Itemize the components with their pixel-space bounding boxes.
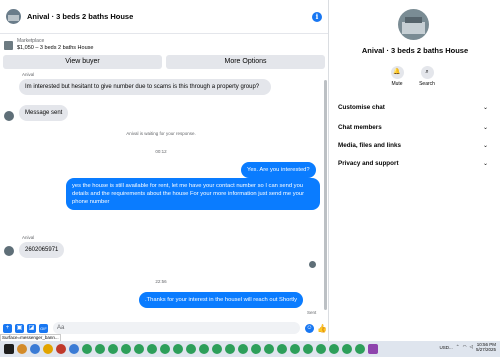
contact-avatar[interactable] [6,9,21,24]
view-buyer-button[interactable]: View buyer [3,55,162,69]
section-label: Media, files and links [338,142,401,149]
tray-label[interactable]: USD... [440,345,453,350]
search-label: Search [417,81,437,87]
like-icon[interactable]: 👍 [317,324,326,333]
info-icon[interactable]: i [312,12,322,22]
gif-icon[interactable]: GIF [39,324,48,333]
chrome-icon[interactable] [277,344,287,354]
chrome-icon[interactable] [173,344,183,354]
emoji-icon[interactable]: ☺ [305,324,314,333]
section-label: Customise chat [338,104,385,111]
conversation-header: Anival · 3 beds 2 baths House i [0,0,328,34]
sender-avatar [4,111,14,121]
chrome-icon[interactable] [264,344,274,354]
chevron-down-icon: ⌄ [483,124,488,131]
message-list: Anival Im interested but hesitant to giv… [0,69,322,318]
system-notice: Anival is waiting for your response. [0,131,322,136]
app-icon[interactable] [56,344,66,354]
chevron-up-icon[interactable]: ⌃ [456,344,460,350]
volume-icon[interactable]: ◁ [470,344,473,350]
sender-name: Anival [22,72,34,77]
chrome-icon[interactable] [225,344,235,354]
folder-icon[interactable] [43,344,53,354]
chrome-icon[interactable] [134,344,144,354]
chrome-icon[interactable] [108,344,118,354]
sender-avatar [4,246,14,256]
chrome-icon[interactable] [121,344,131,354]
chrome-icon[interactable] [186,344,196,354]
wifi-icon[interactable]: ◠ [463,344,467,350]
plus-icon[interactable]: + [3,324,12,333]
message-status: Sent [307,310,316,315]
chrome-icon[interactable] [316,344,326,354]
profile-name: Anival · 3 beds 2 baths House [330,46,500,55]
section-privacy-support[interactable]: Privacy and support ⌄ [338,160,488,167]
section-customise-chat[interactable]: Customise chat ⌄ [338,104,488,111]
message-bubble-outgoing[interactable]: Yes. Are you interested? [241,162,316,178]
chrome-icon[interactable] [199,344,209,354]
app-icon[interactable] [17,344,27,354]
chrome-icon[interactable] [303,344,313,354]
app-icon[interactable] [368,344,378,354]
sticker-icon[interactable]: ◪ [27,324,36,333]
message-bubble-incoming[interactable]: Im interested but hesitant to give numbe… [19,79,271,95]
chrome-icon[interactable] [147,344,157,354]
chevron-down-icon: ⌄ [483,142,488,149]
listing-source: Marketplace [17,38,93,45]
chrome-icon[interactable] [95,344,105,354]
chrome-icon[interactable] [238,344,248,354]
clock[interactable]: 10:56 PM 5/27/2025 [476,342,496,352]
message-bubble-incoming[interactable]: 2602065971 [19,242,64,258]
image-icon[interactable]: ▣ [15,324,24,333]
conversation-pane: Anival · 3 beds 2 baths House i Marketpl… [0,0,329,341]
chrome-icon[interactable] [251,344,261,354]
app-icon[interactable] [30,344,40,354]
timestamp: 22:56 [0,279,322,284]
clock-date: 5/27/2025 [476,347,496,352]
section-label: Privacy and support [338,160,399,167]
search-icon: ⌕ [421,66,434,79]
seen-avatar [309,261,316,268]
listing-price-title: $1,050 – 3 beds 2 baths House [17,45,93,52]
more-options-button[interactable]: More Options [166,55,325,69]
chrome-icon[interactable] [329,344,339,354]
chrome-icon[interactable] [212,344,222,354]
sender-name: Anival [22,235,34,240]
system-tray: USD... ⌃ ◠ ◁ 10:56 PM 5/27/2025 [440,342,496,352]
chrome-icon[interactable] [160,344,170,354]
taskbar [0,341,500,357]
listing-thumbnail [4,41,13,50]
chevron-down-icon: ⌄ [483,160,488,167]
message-bubble-incoming[interactable]: Message sent [19,105,68,121]
bell-icon: 🔔 [391,66,404,79]
edge-icon[interactable] [69,344,79,354]
chrome-icon[interactable] [82,344,92,354]
message-bubble-outgoing[interactable]: yes the house is still available for ren… [66,178,320,210]
section-label: Chat members [338,124,382,131]
chrome-icon[interactable] [290,344,300,354]
message-input[interactable]: Aa [53,322,300,334]
listing-card[interactable]: Marketplace $1,050 – 3 beds 2 baths Hous… [0,36,328,54]
profile-avatar[interactable] [398,9,429,40]
mute-label: Mute [387,81,407,87]
section-chat-members[interactable]: Chat members ⌄ [338,124,488,131]
chrome-icon[interactable] [342,344,352,354]
chat-scrollbar[interactable] [324,80,327,310]
start-icon[interactable] [4,344,14,354]
conversation-title[interactable]: Anival · 3 beds 2 baths House [27,12,312,21]
chrome-icon[interactable] [355,344,365,354]
timestamp: 00:12 [0,149,322,154]
chevron-down-icon: ⌄ [483,104,488,111]
message-bubble-outgoing[interactable]: .Thanks for your interest in the housel … [139,292,303,308]
search-button[interactable]: ⌕ Search [417,66,437,87]
section-media-files-links[interactable]: Media, files and links ⌄ [338,142,488,149]
mute-button[interactable]: 🔔 Mute [387,66,407,87]
